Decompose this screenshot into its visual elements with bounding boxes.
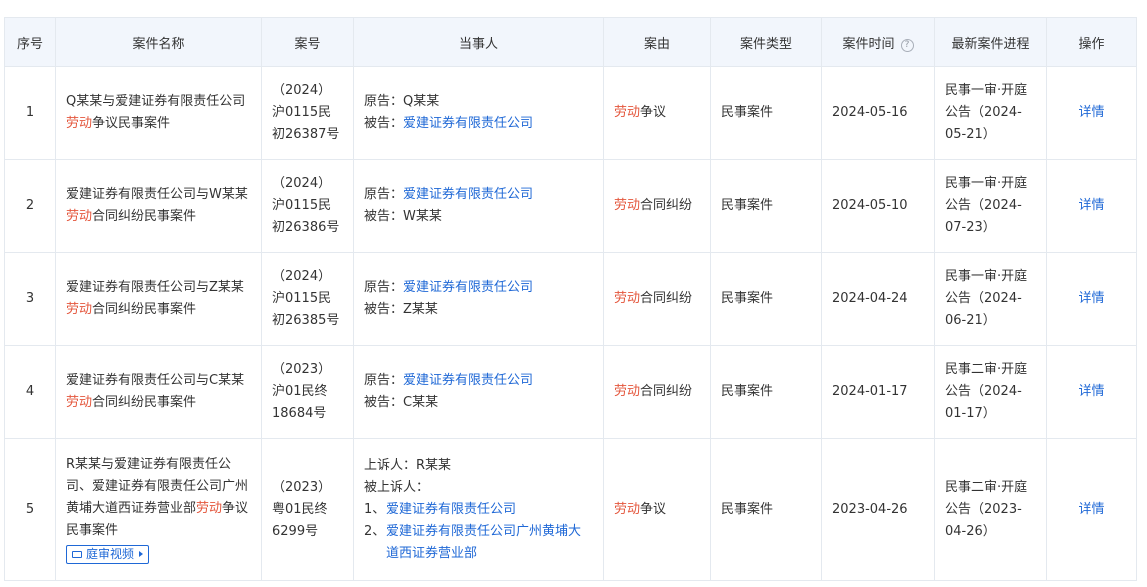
plaintiff-label: 原告： — [364, 373, 404, 388]
case-cause: 劳动合同纠纷 — [603, 252, 711, 346]
highlight-keyword: 劳动 — [66, 116, 93, 131]
table-row: 5 R某某与爱建证券有限责任公司、爱建证券有限责任公司广州黄埔大道西证券营业部劳… — [4, 438, 1137, 581]
header-progress: 最新案件进程 — [934, 17, 1047, 67]
table-row: 1 Q某某与爱建证券有限责任公司劳动争议民事案件 （2024）沪0115民初26… — [4, 66, 1137, 160]
case-progress: 民事一审·开庭公告（2024-06-21） — [934, 252, 1047, 346]
header-parties: 当事人 — [353, 17, 604, 67]
header-case-type: 案件类型 — [710, 17, 822, 67]
case-number: （2024）沪0115民初26387号 — [261, 66, 354, 160]
table-row: 4 爱建证券有限责任公司与C某某劳动合同纠纷民事案件 （2023）沪01民终18… — [4, 345, 1137, 439]
case-table: 序号 案件名称 案号 当事人 案由 案件类型 案件时间? 最新案件进程 操作 1… — [4, 17, 1137, 581]
case-time: 2023-04-26 — [821, 438, 935, 581]
row-index: 5 — [4, 438, 56, 581]
highlight-keyword: 劳动 — [196, 500, 223, 516]
case-time: 2024-05-10 — [821, 159, 935, 253]
defendant-label: 被告： — [364, 116, 404, 131]
appellant-label: 上诉人： — [364, 457, 417, 473]
detail-link[interactable]: 详情 — [1078, 384, 1104, 399]
row-index: 4 — [4, 345, 56, 439]
detail-cell: 详情 — [1046, 66, 1137, 160]
table-header-row: 序号 案件名称 案号 当事人 案由 案件类型 案件时间? 最新案件进程 操作 — [4, 17, 1137, 67]
header-cause: 案由 — [603, 17, 711, 67]
appellee-link[interactable]: 爱建证券有限责任公司 — [386, 502, 516, 517]
detail-link[interactable]: 详情 — [1078, 502, 1104, 517]
defendant-value: Z某某 — [403, 302, 438, 317]
case-time: 2024-05-16 — [821, 66, 935, 160]
header-case-name: 案件名称 — [55, 17, 262, 67]
case-name: 爱建证券有限责任公司与Z某某劳动合同纠纷民事案件 — [55, 252, 262, 346]
case-number: （2023）沪01民终18684号 — [261, 345, 354, 439]
video-camera-icon — [72, 550, 82, 558]
case-name: 爱建证券有限责任公司与W某某劳动合同纠纷民事案件 — [55, 159, 262, 253]
case-progress: 民事二审·开庭公告（2024-01-17） — [934, 345, 1047, 439]
case-name: R某某与爱建证券有限责任公司、爱建证券有限责任公司广州黄埔大道西证券营业部劳动争… — [55, 438, 262, 581]
defendant-value: C某某 — [403, 395, 439, 410]
case-progress: 民事一审·开庭公告（2024-07-23） — [934, 159, 1047, 253]
table-row: 2 爱建证券有限责任公司与W某某劳动合同纠纷民事案件 （2024）沪0115民初… — [4, 159, 1137, 253]
plaintiff-label: 原告： — [364, 280, 404, 295]
header-case-time: 案件时间? — [821, 17, 935, 67]
case-name: 爱建证券有限责任公司与C某某劳动合同纠纷民事案件 — [55, 345, 262, 439]
defendant-value: W某某 — [403, 209, 442, 224]
play-arrow-icon — [139, 551, 144, 557]
detail-cell: 详情 — [1046, 345, 1137, 439]
header-index: 序号 — [4, 17, 56, 67]
detail-cell: 详情 — [1046, 159, 1137, 253]
parties: 原告：爱建证券有限责任公司 被告：W某某 — [353, 159, 604, 253]
header-case-no: 案号 — [261, 17, 354, 67]
case-number: （2024）沪0115民初26385号 — [261, 252, 354, 346]
case-number: （2023）粤01民终6299号 — [261, 438, 354, 581]
table-row: 3 爱建证券有限责任公司与Z某某劳动合同纠纷民事案件 （2024）沪0115民初… — [4, 252, 1137, 346]
parties: 上诉人：R某某 被上诉人： 1、爱建证券有限责任公司 2、爱建证券有限责任公司广… — [353, 438, 604, 581]
case-name: Q某某与爱建证券有限责任公司劳动争议民事案件 — [55, 66, 262, 160]
case-cause: 劳动争议 — [603, 66, 711, 160]
case-type: 民事案件 — [710, 252, 822, 346]
appellant-value: R某某 — [416, 457, 452, 473]
defendant-label: 被告： — [364, 395, 404, 410]
case-time: 2024-01-17 — [821, 345, 935, 439]
highlight-keyword: 劳动 — [66, 302, 93, 317]
case-type: 民事案件 — [710, 438, 822, 581]
case-cause: 劳动争议 — [603, 438, 711, 581]
help-icon[interactable]: ? — [900, 38, 914, 52]
highlight-keyword: 劳动 — [66, 209, 93, 224]
detail-cell: 详情 — [1046, 252, 1137, 346]
plaintiff-value: Q某某 — [403, 94, 440, 109]
case-progress: 民事二审·开庭公告（2023-04-26） — [934, 438, 1047, 581]
plaintiff-link[interactable]: 爱建证券有限责任公司 — [403, 373, 533, 388]
defendant-label: 被告： — [364, 302, 404, 317]
row-index: 3 — [4, 252, 56, 346]
case-progress: 民事一审·开庭公告（2024-05-21） — [934, 66, 1047, 160]
plaintiff-label: 原告： — [364, 187, 404, 202]
parties: 原告：爱建证券有限责任公司 被告：C某某 — [353, 345, 604, 439]
case-type: 民事案件 — [710, 345, 822, 439]
highlight-keyword: 劳动 — [66, 395, 93, 410]
detail-link[interactable]: 详情 — [1078, 198, 1104, 213]
case-time: 2024-04-24 — [821, 252, 935, 346]
case-number: （2024）沪0115民初26386号 — [261, 159, 354, 253]
appellee-label: 被上诉人： — [364, 479, 430, 495]
detail-cell: 详情 — [1046, 438, 1137, 581]
trial-video-button[interactable]: 庭审视频 — [66, 544, 150, 564]
case-type: 民事案件 — [710, 159, 822, 253]
row-index: 1 — [4, 66, 56, 160]
appellee-link[interactable]: 爱建证券有限责任公司广州黄埔大道西证券营业部 — [386, 524, 581, 561]
plaintiff-link[interactable]: 爱建证券有限责任公司 — [403, 280, 533, 295]
case-cause: 劳动合同纠纷 — [603, 159, 711, 253]
case-cause: 劳动合同纠纷 — [603, 345, 711, 439]
parties: 原告：爱建证券有限责任公司 被告：Z某某 — [353, 252, 604, 346]
plaintiff-link[interactable]: 爱建证券有限责任公司 — [403, 187, 533, 202]
defendant-label: 被告： — [364, 209, 404, 224]
defendant-link[interactable]: 爱建证券有限责任公司 — [403, 116, 533, 131]
row-index: 2 — [4, 159, 56, 253]
parties: 原告：Q某某 被告：爱建证券有限责任公司 — [353, 66, 604, 160]
case-type: 民事案件 — [710, 66, 822, 160]
header-action: 操作 — [1046, 17, 1137, 67]
detail-link[interactable]: 详情 — [1078, 291, 1104, 306]
detail-link[interactable]: 详情 — [1078, 105, 1104, 120]
plaintiff-label: 原告： — [364, 94, 404, 109]
